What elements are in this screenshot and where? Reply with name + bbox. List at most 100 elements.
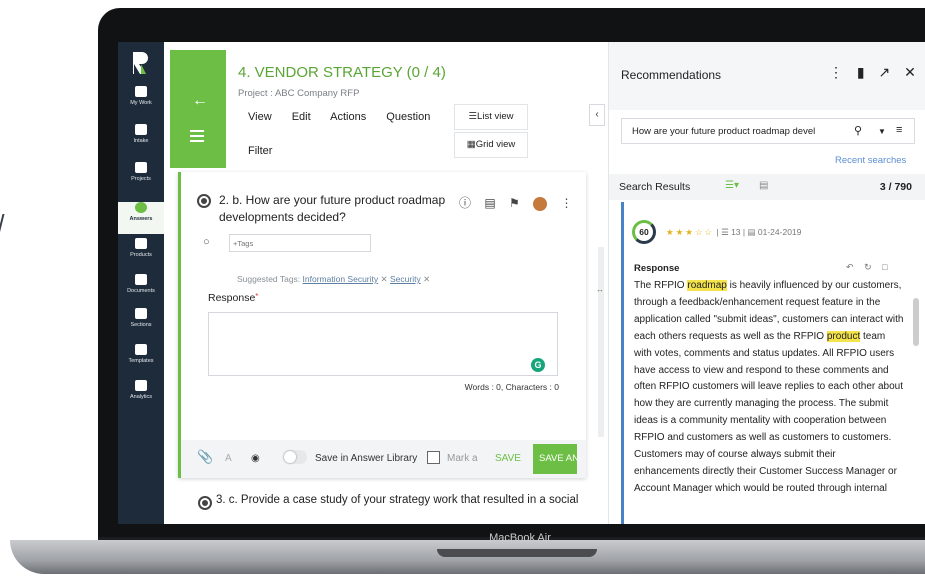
highlighted-term: product: [826, 330, 861, 342]
response-editor[interactable]: [208, 312, 558, 376]
library-icon[interactable]: ◉: [251, 453, 260, 464]
reply-icon[interactable]: ↶: [846, 262, 854, 272]
result-response-label: Response: [634, 263, 680, 274]
results-count: 3 / 790: [879, 181, 912, 193]
list-view-button[interactable]: ☰List view: [454, 104, 528, 130]
projects-icon: [135, 162, 147, 173]
search-icon[interactable]: ⚲: [854, 124, 862, 137]
sidebar-item-intake[interactable]: Intake: [118, 124, 164, 156]
close-icon[interactable]: ✕: [904, 64, 916, 80]
list-icon: ☰: [468, 111, 478, 122]
remove-tag-icon[interactable]: ✕: [421, 274, 430, 284]
card-footer: 📎 A ◉ Save in Answer Library Mark a SAVE…: [181, 440, 586, 478]
sidebar-item-label: Intake: [133, 138, 149, 144]
search-input[interactable]: How are your future product roadmap deve…: [632, 126, 830, 137]
star-rating: ★★★☆☆: [666, 227, 715, 237]
filter-icon[interactable]: ≡: [896, 124, 902, 136]
sidebar-item-sections[interactable]: Sections: [118, 308, 164, 340]
app-screen: My Work Intake Projects Answers Products Docu…: [118, 42, 925, 524]
open-external-icon[interactable]: ↗: [879, 64, 891, 80]
document-icon[interactable]: ▤: [759, 180, 768, 191]
copies-icon: ☰: [721, 227, 729, 237]
results-label: Search Results: [619, 181, 691, 193]
recommendation-search[interactable]: How are your future product roadmap deve…: [621, 118, 915, 144]
scrollbar[interactable]: [913, 298, 919, 346]
text-format-icon[interactable]: A: [225, 453, 232, 464]
save-button[interactable]: SAVE: [495, 453, 521, 464]
recent-searches-link[interactable]: Recent searches: [835, 155, 906, 166]
copies-count: 13: [731, 227, 741, 237]
chevron-down-icon[interactable]: ▼: [878, 127, 886, 136]
suggested-tags-label: Suggested Tags:: [237, 274, 301, 284]
tags-input[interactable]: [229, 234, 371, 252]
project-name: Project : ABC Company RFP: [238, 88, 360, 99]
sidebar-item-my-work[interactable]: My Work: [118, 86, 164, 118]
avatar[interactable]: [533, 196, 548, 211]
question-text: 2. b. How are your future product roadma…: [219, 193, 446, 224]
header-green-block: ←: [170, 50, 226, 168]
panel-header-actions: ⋮ ▮ ↗ ✕: [819, 64, 916, 81]
suggested-tags: Suggested Tags: Information Security ✕ S…: [237, 274, 430, 285]
match-score: 60: [632, 220, 656, 244]
next-question-text: 3. c. Provide a case study of your strat…: [216, 494, 579, 506]
list-view-icon[interactable]: ☰▾: [725, 180, 739, 191]
copy-icon[interactable]: □: [882, 262, 887, 272]
sidebar-item-products[interactable]: Products: [118, 238, 164, 270]
save-library-toggle[interactable]: [283, 450, 307, 464]
columns-icon[interactable]: ▮: [857, 64, 865, 80]
more-vert-icon[interactable]: ⋮: [561, 196, 573, 210]
mark-label: Mark a: [447, 453, 478, 464]
flag-icon[interactable]: ⚑: [509, 196, 520, 210]
grid-view-button[interactable]: ▦Grid view: [454, 132, 528, 158]
menu-view[interactable]: View: [248, 111, 272, 123]
refresh-icon[interactable]: ↻: [864, 262, 872, 272]
sidebar-item-label: Products: [130, 252, 152, 258]
hamburger-icon[interactable]: [190, 130, 204, 145]
sidebar-item-label: Projects: [131, 176, 151, 182]
remove-tag-icon[interactable]: ✕: [378, 274, 390, 284]
results-header: Search Results ☰▾ ▤ 3 / 790: [609, 174, 925, 200]
sidebar-item-projects[interactable]: Projects: [118, 162, 164, 194]
sidebar-item-analytics[interactable]: Analytics: [118, 380, 164, 412]
analytics-icon: [135, 380, 147, 391]
recommendations-panel: Recommendations ⋮ ▮ ↗ ✕ How are your fut…: [608, 42, 925, 524]
text-cursor-mark: [0, 214, 5, 234]
more-vert-icon[interactable]: ⋮: [829, 64, 843, 80]
mark-checkbox[interactable]: [427, 451, 440, 464]
help-icon[interactable]: ⓘ: [459, 196, 471, 210]
menu-edit[interactable]: Edit: [292, 111, 311, 123]
response-label: Response*: [208, 292, 258, 304]
result-text-part: The RFPIO: [634, 280, 688, 291]
sidebar-item-documents[interactable]: Documents: [118, 274, 164, 306]
menu-filter[interactable]: Filter: [248, 145, 272, 157]
result-actions: ↶ ↻ □: [838, 262, 888, 273]
suggested-tag-information-security[interactable]: Information Security: [303, 274, 379, 284]
menu-actions[interactable]: Actions: [330, 111, 366, 123]
result-card[interactable]: 60 ★★★☆☆ | ☰ 13 | ▤ 01-24-2019 Response …: [621, 202, 909, 524]
sidebar-item-label: Templates: [128, 358, 154, 364]
collapse-chevron-icon[interactable]: ‹: [589, 104, 605, 126]
grammarly-icon[interactable]: G: [531, 358, 545, 372]
suggested-tag-security[interactable]: Security: [390, 274, 421, 284]
comment-icon[interactable]: ▤: [484, 196, 495, 210]
laptop-base: [10, 540, 925, 574]
intake-icon: [135, 124, 147, 135]
save-and-next-button[interactable]: SAVE AND: [533, 444, 577, 474]
sidebar-item-answers[interactable]: Answers: [118, 202, 164, 234]
attachment-icon[interactable]: 📎: [197, 449, 213, 465]
sidebar-item-templates[interactable]: Templates: [118, 344, 164, 376]
back-arrow-icon[interactable]: ←: [192, 92, 208, 110]
templates-icon: [135, 344, 147, 355]
resize-handle-icon[interactable]: ↔: [596, 285, 604, 294]
result-date: 01-24-2019: [757, 227, 802, 237]
menu-question[interactable]: Question: [386, 111, 430, 123]
sidebar-item-label: Documents: [127, 288, 155, 294]
sidebar-item-label: Sections: [130, 322, 152, 328]
result-text-part: team with votes, comments and status upd…: [634, 330, 904, 494]
question-radio[interactable]: [197, 194, 211, 208]
split-divider[interactable]: ↔: [596, 247, 608, 524]
calendar-icon: ▤: [747, 227, 756, 237]
page-title: 4. VENDOR STRATEGY (0 / 4): [238, 64, 446, 81]
device-label: MacBook Air: [489, 532, 551, 544]
next-question-radio[interactable]: [198, 496, 212, 510]
